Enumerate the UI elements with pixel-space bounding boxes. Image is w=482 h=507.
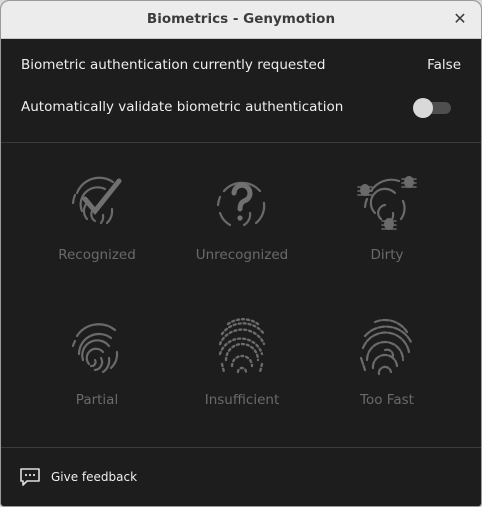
fingerprint-partial-button[interactable]: Partial — [32, 314, 162, 444]
window-title: Biometrics - Genymotion — [146, 11, 336, 27]
divider — [1, 142, 481, 143]
footer-divider — [1, 447, 481, 448]
fingerprint-insufficient-label: Insufficient — [204, 392, 280, 408]
fingerprint-bugs-icon — [357, 176, 417, 230]
biometrics-panel: Biometric authentication currently reque… — [1, 39, 481, 506]
fingerprint-too-fast-label: Too Fast — [360, 392, 414, 408]
fingerprint-dotted-icon — [218, 318, 266, 374]
fingerprint-insufficient-button[interactable]: Insufficient — [177, 314, 307, 444]
fingerprint-dirty-label: Dirty — [370, 247, 404, 263]
biometrics-window: Biometrics - Genymotion ✕ Biometric auth… — [0, 0, 482, 507]
fingerprint-check-icon — [71, 176, 122, 225]
title-bar: Biometrics - Genymotion ✕ — [1, 1, 481, 39]
status-label: Biometric authentication currently reque… — [21, 57, 326, 73]
fingerprint-partial-label: Partial — [75, 392, 119, 408]
chat-icon — [20, 468, 40, 486]
fingerprint-partial-icon — [71, 323, 119, 374]
fingerprint-recognized-button[interactable]: Recognized — [32, 169, 162, 299]
fingerprint-smudged-icon — [359, 318, 413, 376]
toggle-knob — [413, 98, 433, 118]
status-row: Biometric authentication currently reque… — [21, 54, 461, 76]
auto-validate-row: Automatically validate biometric authent… — [21, 96, 461, 118]
auto-validate-toggle[interactable] — [413, 98, 451, 118]
status-value: False — [427, 57, 461, 73]
fingerprint-unrecognized-button[interactable]: Unrecognized — [177, 169, 307, 299]
fingerprint-dirty-button[interactable]: Dirty — [322, 169, 452, 299]
fingerprint-unrecognized-label: Unrecognized — [195, 247, 289, 263]
auto-validate-label: Automatically validate biometric authent… — [21, 99, 344, 115]
fingerprint-too-fast-button[interactable]: Too Fast — [322, 314, 452, 444]
close-icon[interactable]: ✕ — [449, 8, 471, 30]
give-feedback-label: Give feedback — [51, 470, 138, 484]
fingerprint-question-icon — [216, 181, 266, 227]
fingerprint-recognized-label: Recognized — [58, 247, 136, 263]
